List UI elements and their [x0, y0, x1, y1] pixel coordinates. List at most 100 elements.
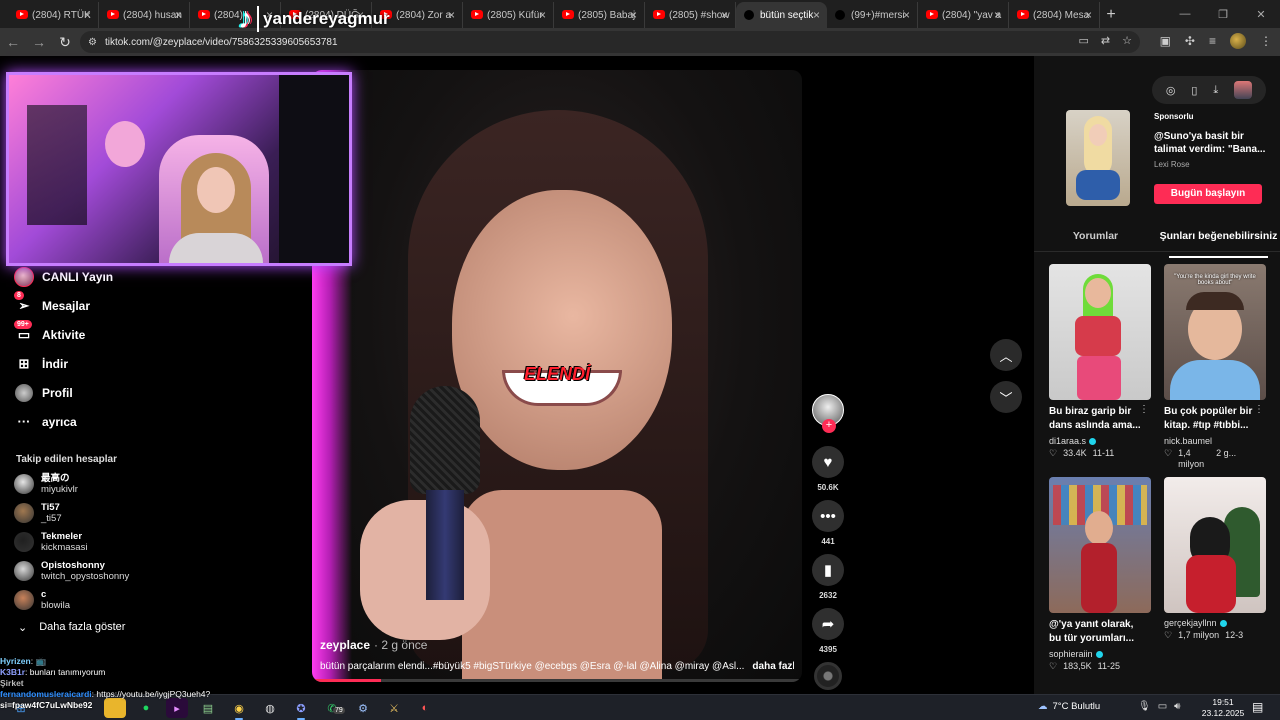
browser-tab[interactable]: (2804) Mesa × — [1009, 2, 1100, 28]
video-card-author[interactable]: nick.baumel — [1164, 436, 1212, 446]
user-avatar[interactable] — [1234, 81, 1253, 99]
creator-avatar[interactable]: + — [812, 394, 844, 433]
mic-icon[interactable]: 🎙︎ — [1138, 701, 1151, 712]
right-panel: ◎ ▯ ⤓ Sponsorlu @Suno'ya basit bir talim… — [1034, 56, 1280, 694]
sidebar-item-3[interactable]: ▭ 99+ Aktivite — [0, 320, 150, 349]
video-card[interactable]: "You're the kinda girl they write books … — [1164, 264, 1266, 470]
speaker-icon[interactable]: 🔊︎ — [1174, 701, 1180, 712]
video-card[interactable]: gerçekjayllnn ♡ 1,7 milyon 12-3 — [1164, 477, 1266, 641]
league-icon[interactable]: ⚔ — [383, 698, 405, 718]
video-card[interactable]: @'ya yanıt olarak, bu tür yorumları... s… — [1049, 477, 1151, 672]
video-card-author[interactable]: di1araa.s — [1049, 436, 1086, 446]
sidebar-item-6[interactable]: ··· ayrıca — [0, 407, 150, 436]
save-button[interactable]: ▮ 2632 — [810, 554, 846, 600]
tab-close-icon[interactable]: × — [448, 8, 455, 22]
browser-tab[interactable]: (2805) Babaj × — [554, 2, 645, 28]
ad-cta-button[interactable]: Bugün başlayın — [1154, 184, 1262, 204]
tab-close-icon[interactable]: × — [813, 8, 820, 22]
browser-tab[interactable]: bütün seçtik × — [736, 2, 827, 28]
following-account[interactable]: Ti57 _ti57 — [0, 498, 150, 527]
like-count: 50.6K — [817, 483, 839, 492]
sidebar-item-1[interactable]: CANLI Yayın — [0, 262, 150, 291]
next-video-button[interactable]: ﹀ — [990, 381, 1022, 413]
tab-comments[interactable]: Yorumlar — [1034, 226, 1157, 251]
video-card-thumbnail[interactable] — [1049, 477, 1151, 613]
previous-video-button[interactable]: ︿ — [990, 339, 1022, 371]
capture-icon[interactable]: ◐ — [414, 698, 436, 718]
video-card-thumbnail[interactable]: "You're the kinda girl they write books … — [1164, 264, 1266, 400]
ad-author[interactable]: Lexi Rose — [1154, 160, 1190, 169]
tab-close-icon[interactable]: × — [903, 8, 910, 22]
media-icon[interactable]: ≡ — [1209, 34, 1216, 48]
video-figure-body — [462, 490, 662, 682]
sponsored-ad[interactable]: Sponsorlu @Suno'ya basit bir talimat ver… — [1050, 110, 1266, 206]
cast-icon[interactable]: ▭ — [1079, 34, 1089, 47]
following-account[interactable]: Opistoshonny twitch_opystoshonny — [0, 556, 150, 585]
video-author[interactable]: zeyplace — [320, 638, 370, 652]
follow-plus-icon[interactable]: + — [822, 419, 836, 433]
tab-close-icon[interactable]: × — [175, 8, 182, 22]
video-card-thumbnail[interactable] — [1049, 264, 1151, 400]
clock[interactable]: 19:51 23.12.2025 — [1200, 697, 1246, 719]
close-window-button[interactable]: ✕ — [1242, 0, 1280, 28]
menu-kebab-icon[interactable]: ⋮ — [1260, 34, 1272, 48]
whatsapp-icon[interactable]: ✆ 79 — [321, 698, 345, 718]
card-more-icon[interactable]: ⋮ — [1254, 404, 1264, 415]
comment-button[interactable]: ••• 441 — [810, 500, 846, 546]
tab-close-icon[interactable]: × — [539, 8, 546, 22]
video-player[interactable]: ELENDİ zeyplace · 2 g önce bütün parçala… — [312, 70, 802, 682]
chat-text: : bunları tanımıyorum — [25, 667, 106, 677]
translate-icon[interactable]: ⇄ — [1101, 34, 1110, 47]
restore-button[interactable]: ❐ — [1204, 0, 1242, 28]
browser-tab[interactable]: (2805) Küfür × — [463, 2, 554, 28]
sidebar-item-5[interactable]: Profil — [0, 378, 150, 407]
video-progress-bar[interactable] — [312, 679, 802, 682]
share-button[interactable]: ➦ 4395 — [810, 608, 846, 654]
sidebar-item-4[interactable]: ⊞ İndir — [0, 349, 150, 378]
tab-close-icon[interactable]: × — [84, 8, 91, 22]
compass-icon[interactable]: ◎ — [1166, 84, 1176, 97]
sidebar-item-2[interactable]: ➢ 8 Mesajlar — [0, 291, 150, 320]
tab-close-icon[interactable]: × — [1085, 8, 1092, 22]
notification-icon[interactable]: ▤ — [1252, 700, 1263, 714]
ad-thumbnail[interactable] — [1066, 110, 1130, 206]
network-icon[interactable]: ▭ — [1158, 701, 1167, 712]
see-more-link[interactable]: daha fazlası — [752, 661, 794, 672]
following-account[interactable]: 最高の miyukivlr — [0, 469, 150, 498]
weather-widget[interactable]: ☁ 7°C Bulutlu — [1038, 701, 1100, 712]
show-more-button[interactable]: ⌄ Daha fazla göster — [0, 614, 150, 640]
ad-title[interactable]: @Suno'ya basit bir talimat verdim: "Bana… — [1154, 130, 1266, 156]
video-actions: + ♥ 50.6K ••• 441 ▮ 2632 ➦ 4395 — [810, 394, 846, 690]
browser-tab[interactable]: (2804) husan × — [99, 2, 190, 28]
profile-avatar[interactable] — [1230, 33, 1246, 49]
following-account[interactable]: Tekmeler kickmasasi — [0, 527, 150, 556]
music-disc-icon[interactable] — [814, 662, 842, 690]
steam-icon[interactable]: ⚙ — [352, 698, 374, 718]
download-icon[interactable]: ⤓ — [1213, 84, 1218, 97]
back-button[interactable]: ← — [0, 29, 26, 55]
browser-tab[interactable]: (2805) #show × — [645, 2, 736, 28]
following-account[interactable]: ϲ blowila — [0, 585, 150, 614]
video-card-thumbnail[interactable] — [1164, 477, 1266, 613]
card-more-icon[interactable]: ⋮ — [1139, 404, 1149, 415]
bookmark-star-icon[interactable]: ☆ — [1122, 34, 1132, 47]
video-card-author[interactable]: gerçekjayllnn — [1164, 618, 1217, 628]
like-button[interactable]: ♥ 50.6K — [810, 446, 846, 492]
reload-button[interactable]: ↻ — [52, 29, 78, 55]
phone-icon[interactable]: ▯ — [1191, 84, 1197, 97]
extensions-icon[interactable]: ✣ — [1185, 34, 1195, 48]
tab-close-icon[interactable]: × — [630, 8, 637, 22]
tab-you-may-like[interactable]: Şunları beğenebilirsiniz — [1157, 226, 1280, 258]
tab-close-icon[interactable]: × — [994, 8, 1001, 22]
new-tab-button[interactable]: + — [1100, 2, 1122, 28]
browser-tab[interactable]: (2804) RTÜK × — [8, 2, 99, 28]
site-info-icon[interactable]: ⚙ — [88, 37, 97, 48]
sidepanel-icon[interactable]: ▣ — [1160, 34, 1171, 48]
video-card[interactable]: Bu biraz garip bir dans aslında ama... ⋮… — [1049, 264, 1151, 459]
video-card-author[interactable]: sophieraiin — [1049, 649, 1093, 659]
tab-close-icon[interactable]: × — [721, 8, 728, 22]
forward-button[interactable]: → — [26, 29, 52, 55]
browser-tab[interactable]: (2804) "yav a × — [918, 2, 1009, 28]
browser-tab[interactable]: (99+)#mersi × — [827, 2, 918, 28]
minimize-button[interactable]: — — [1166, 0, 1204, 28]
